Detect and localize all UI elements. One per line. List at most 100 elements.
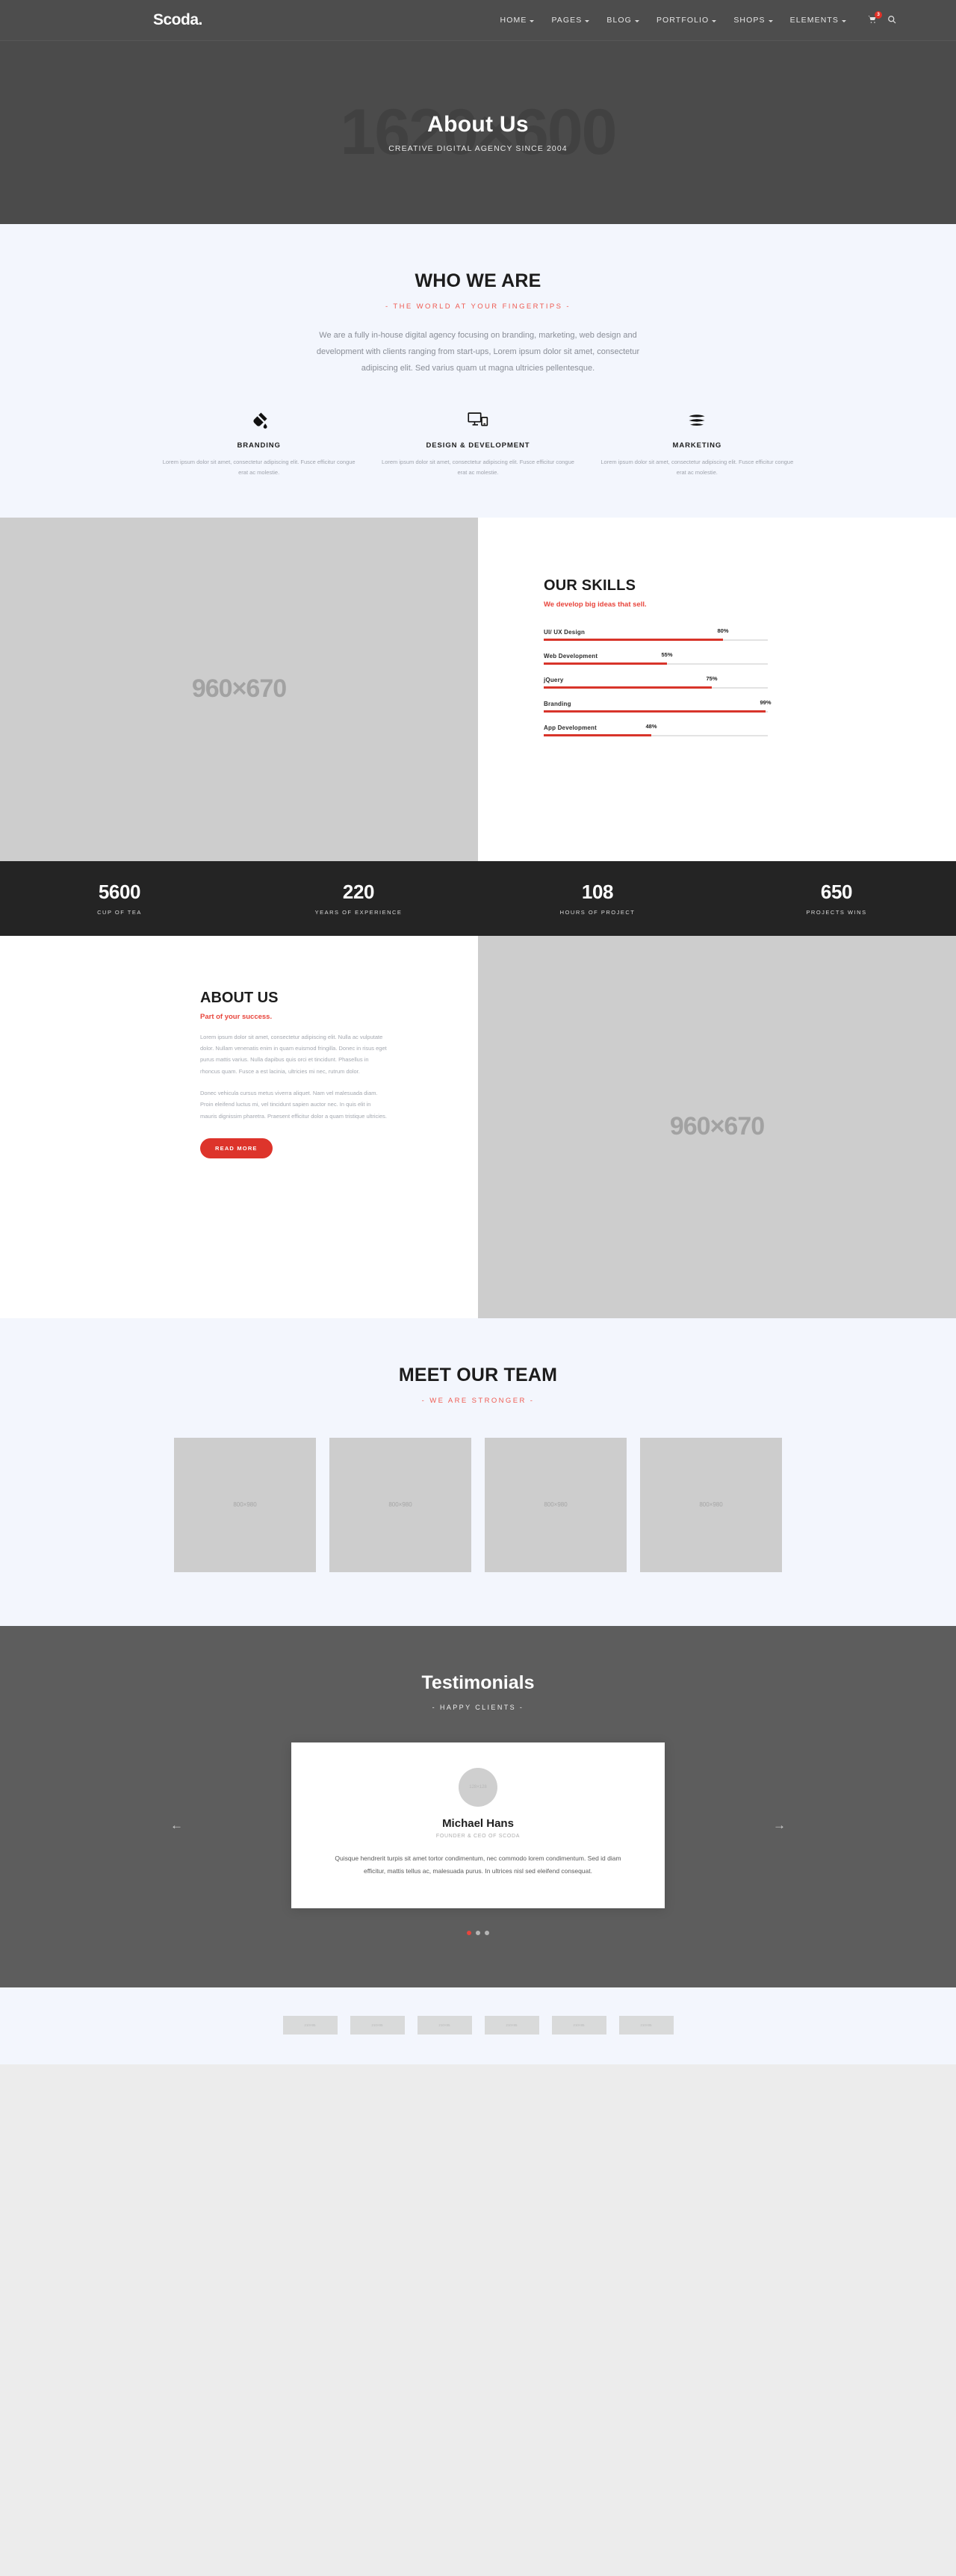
- counter-label: YEARS OF EXPERIENCE: [314, 909, 403, 916]
- skill-label: UI/ UX Design: [544, 628, 586, 636]
- search-glyph: [888, 15, 896, 23]
- team-member-card[interactable]: 800×980: [485, 1437, 627, 1572]
- client-logo[interactable]: 210×85: [350, 2016, 405, 2035]
- skill-bars-chart: 80% UI/ UX Design 55% Web Development 75% jQu…: [544, 627, 772, 736]
- client-logo[interactable]: 210×85: [282, 2016, 338, 2035]
- counter-number: 5600: [98, 881, 141, 903]
- nav-item-blog[interactable]: BLOG: [606, 16, 639, 25]
- page-root: Scoda. HOME PAGES BLOG PORTFOLIO SHOPS E…: [0, 0, 956, 2192]
- section-subtitle: - WE ARE STRONGER -: [421, 1396, 535, 1405]
- skill-bar-fill: [544, 710, 766, 713]
- team-section: MEET OUR TEAM - WE ARE STRONGER - 800×98…: [0, 1318, 956, 1626]
- service-text: Lorem ipsum dolor sit amet, consectetur …: [162, 459, 356, 477]
- team-member-card[interactable]: 800×980: [640, 1437, 782, 1572]
- search-icon[interactable]: [887, 15, 896, 26]
- about-section: ABOUT US Part of your success. Lorem ips…: [0, 935, 956, 1318]
- footer-area: [0, 2064, 956, 2192]
- skill-bar-track: [544, 639, 768, 641]
- carousel-dot[interactable]: [485, 1931, 489, 1936]
- team-member-card[interactable]: 800×980: [174, 1437, 316, 1572]
- skill-bar-fill: [544, 662, 667, 665]
- counters-section: 5600 CUP OF TEA 220 YEARS OF EXPERIENCE …: [0, 860, 956, 936]
- skill-percent: 99%: [760, 698, 772, 706]
- client-logo[interactable]: 210×85: [417, 2016, 472, 2035]
- skill-bar-row: 55% Web Development: [544, 651, 768, 665]
- team-grid: 800×980 800×980 800×980 800×980: [0, 1437, 956, 1572]
- nav-label: HOME: [500, 16, 527, 25]
- counter-label: PROJECTS WINS: [806, 909, 867, 916]
- section-title: MEET OUR TEAM: [398, 1364, 558, 1385]
- chevron-down-icon: [634, 19, 639, 22]
- section-subtitle: - HAPPY CLIENTS -: [432, 1703, 524, 1711]
- nav-label: PAGES: [551, 16, 583, 25]
- main-navigation: HOME PAGES BLOG PORTFOLIO SHOPS ELEMENTS…: [500, 10, 919, 26]
- testimonial-card: 128×128 Michael Hans FOUNDER & CEO OF SC…: [291, 1742, 665, 1909]
- cart-icon[interactable]: 3: [868, 10, 882, 26]
- chevron-down-icon: [585, 19, 590, 22]
- carousel-dot[interactable]: [467, 1931, 471, 1936]
- section-title: WHO WE ARE: [415, 270, 541, 291]
- service-card-marketing[interactable]: MARKETING Lorem ipsum dolor sit amet, co…: [588, 409, 807, 479]
- counter-item: 5600 CUP OF TEA: [0, 881, 239, 916]
- skill-bar-track: [544, 686, 768, 689]
- clients-logos-row: 210×85 210×85 210×85 210×85 210×85 210×85: [0, 2016, 956, 2035]
- skills-section: 960×670 OUR SKILLS We develop big ideas …: [0, 517, 956, 861]
- skill-label: jQuery: [544, 676, 564, 683]
- testimonial-quote: Quisque hendrerit turpis sit amet tortor…: [335, 1854, 621, 1875]
- carousel-dot[interactable]: [476, 1931, 480, 1936]
- nav-item-pages[interactable]: PAGES: [551, 16, 590, 25]
- service-title: DESIGN & DEVELOPMENT: [426, 441, 530, 450]
- skill-bar-row: 75% jQuery: [544, 674, 768, 689]
- nav-item-shops[interactable]: SHOPS: [733, 16, 773, 25]
- section-subtitle: - THE WORLD AT YOUR FINGERTIPS -: [385, 302, 571, 311]
- skill-percent: 55%: [661, 651, 673, 658]
- skill-bar-track: [544, 662, 768, 665]
- read-more-button[interactable]: READ MORE: [200, 1138, 273, 1159]
- skill-bar-fill: [544, 639, 723, 641]
- service-card-design-development[interactable]: DESIGN & DEVELOPMENT Lorem ipsum dolor s…: [368, 409, 587, 479]
- skills-image-placeholder: 960×670: [0, 517, 478, 861]
- testimonial-author-name: Michael Hans: [442, 1816, 514, 1830]
- skill-bar-row: 99% Branding: [544, 698, 772, 713]
- client-logo[interactable]: 210×85: [484, 2016, 539, 2035]
- site-logo[interactable]: Scoda.: [153, 11, 202, 29]
- site-header: Scoda. HOME PAGES BLOG PORTFOLIO SHOPS E…: [0, 0, 956, 41]
- service-text: Lorem ipsum dolor sit amet, consectetur …: [382, 459, 574, 477]
- arrow-left-icon[interactable]: ←: [170, 1818, 183, 1833]
- service-card-branding[interactable]: BRANDING Lorem ipsum dolor sit amet, con…: [149, 409, 368, 479]
- section-body-text: We are a fully in-house digital agency f…: [316, 331, 640, 373]
- skill-label: Web Development: [544, 652, 598, 659]
- service-title: MARKETING: [672, 441, 722, 450]
- chevron-down-icon: [842, 19, 846, 22]
- counter-number: 650: [820, 881, 853, 903]
- nav-label: SHOPS: [733, 16, 766, 25]
- testimonial-carousel: ← 128×128 Michael Hans FOUNDER & CEO OF …: [0, 1742, 956, 1909]
- carousel-dots: [0, 1931, 956, 1936]
- counter-number: 220: [342, 881, 375, 903]
- skills-content: OUR SKILLS We develop big ideas that sel…: [478, 517, 956, 861]
- page-title: About Us: [427, 112, 529, 137]
- section-title: Testimonials: [421, 1672, 535, 1693]
- nav-item-home[interactable]: HOME: [500, 16, 535, 25]
- clients-section: 210×85 210×85 210×85 210×85 210×85 210×85: [0, 1987, 956, 2065]
- skill-bar-track: [544, 710, 768, 713]
- hero-banner: 1620×600 About Us CREATIVE DIGITAL AGENC…: [0, 41, 956, 224]
- about-paragraph-2: Donec vehicula cursus metus viverra aliq…: [200, 1090, 387, 1120]
- skills-title: OUR SKILLS: [544, 577, 636, 594]
- testimonial-author-role: FOUNDER & CEO OF SCODA: [435, 1833, 521, 1839]
- testimonials-section: Testimonials - HAPPY CLIENTS - ← 128×128…: [0, 1625, 956, 1988]
- skill-percent: 75%: [706, 674, 718, 682]
- arrow-right-icon[interactable]: →: [773, 1818, 786, 1833]
- client-logo[interactable]: 210×85: [618, 2016, 674, 2035]
- skill-bar-row: 80% UI/ UX Design: [544, 627, 768, 641]
- counter-item: 650 PROJECTS WINS: [717, 881, 956, 916]
- about-content: ABOUT US Part of your success. Lorem ips…: [0, 935, 478, 1318]
- about-title: ABOUT US: [200, 989, 279, 1006]
- service-text: Lorem ipsum dolor sit amet, consectetur …: [600, 459, 794, 477]
- service-title: BRANDING: [237, 441, 281, 450]
- nav-item-portfolio[interactable]: PORTFOLIO: [657, 16, 717, 25]
- nav-item-elements[interactable]: ELEMENTS: [790, 16, 846, 25]
- client-logo[interactable]: 210×85: [551, 2016, 606, 2035]
- cart-count-badge: 3: [875, 10, 882, 19]
- team-member-card[interactable]: 800×980: [329, 1437, 471, 1572]
